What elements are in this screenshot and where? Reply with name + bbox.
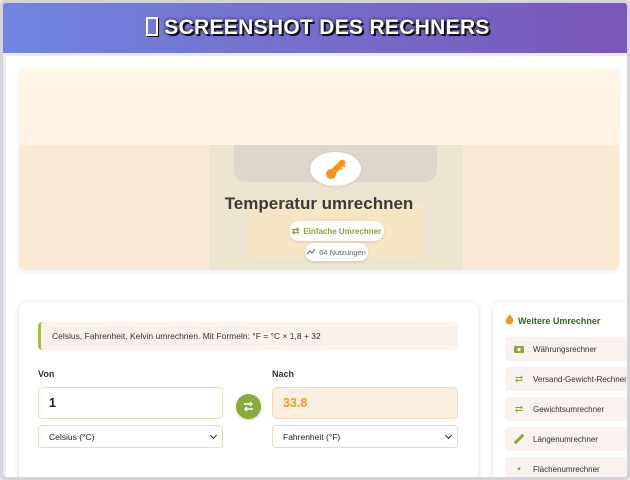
banner-title-text: SCREENSHOT DES RECHNERS: [164, 16, 490, 39]
hero-section: Temperatur umrechnen ⇄ Einfache Umrechner…: [19, 68, 619, 270]
swap-icon: ⇄: [291, 225, 300, 236]
category-badge-label: Einfache Umrechner: [303, 226, 382, 236]
usage-count: 64 Nutzungen: [319, 247, 366, 257]
sidebar-item-laengenumrechner[interactable]: Längenumrechner: [505, 427, 627, 451]
result-value-field[interactable]: 33.8: [272, 387, 458, 419]
sidebar-item-versand-gewicht-rechner[interactable]: ⇄ Versand-Gewicht-Rechner: [505, 367, 627, 391]
from-label: Von: [38, 369, 55, 379]
chevron-down-icon: [209, 431, 218, 439]
swap-icon: ⇄: [514, 373, 524, 385]
sidebar-item-gewichtsumrechner[interactable]: ⇄ Gewichtsumrechner: [505, 397, 627, 421]
from-value-input[interactable]: 1: [38, 387, 223, 419]
sidebar-item-label: Längenumrechner: [533, 434, 598, 444]
sidebar-item-waehrungsrechner[interactable]: Währungsrechner: [505, 337, 627, 361]
fire-icon: [505, 314, 514, 327]
missing-glyph-icon: [146, 17, 159, 36]
swap-icon: ⇄: [514, 403, 524, 415]
sidebar-item-flaechenumrechner[interactable]: ▪ Flächenumrechner: [505, 457, 627, 477]
sidebar-item-label: Flächenumrechner: [533, 464, 600, 474]
sidebar-item-label: Versand-Gewicht-Rechner: [533, 374, 627, 384]
sidebar-title: Weitere Umrechner: [505, 314, 600, 327]
money-icon: [513, 345, 525, 353]
to-unit-select[interactable]: Fahrenheit (°F): [272, 425, 458, 448]
banner-title: SCREENSHOT DES RECHNERS: [146, 16, 489, 40]
chevron-down-icon: [444, 431, 453, 439]
chart-icon: [306, 248, 316, 257]
to-label: Nach: [272, 369, 295, 379]
page-title: Temperatur umrechnen: [224, 194, 414, 213]
converter-panel: Celsius, Fahrenheit, Kelvin umrechnen. M…: [19, 302, 478, 477]
to-unit-selected: Fahrenheit (°F): [283, 431, 341, 442]
category-badge[interactable]: ⇄ Einfache Umrechner: [289, 221, 384, 241]
usage-badge: 64 Nutzungen: [305, 243, 368, 261]
from-unit-selected: Celsius (°C): [49, 431, 95, 442]
ruler-icon: [513, 434, 525, 444]
sidebar-title-text: Weitere Umrechner: [518, 315, 601, 326]
calculator-page: Temperatur umrechnen ⇄ Einfache Umrechner…: [6, 56, 627, 477]
sidebar-item-label: Gewichtsumrechner: [533, 404, 605, 414]
screenshot-frame: SCREENSHOT DES RECHNERS Temperatur umrec…: [0, 0, 630, 480]
screenshot-banner: SCREENSHOT DES RECHNERS: [3, 3, 627, 53]
converter-description: Celsius, Fahrenheit, Kelvin umrechnen. M…: [38, 322, 458, 350]
swap-units-button[interactable]: [236, 394, 261, 419]
swap-icon: [243, 401, 254, 412]
related-calculators-sidebar: Weitere Umrechner Währungsrechner ⇄ Vers…: [493, 302, 627, 477]
sidebar-item-label: Währungsrechner: [533, 344, 597, 354]
thermometer-icon: [310, 152, 361, 186]
area-icon: ▪: [517, 463, 521, 475]
from-unit-select[interactable]: Celsius (°C): [38, 425, 223, 448]
